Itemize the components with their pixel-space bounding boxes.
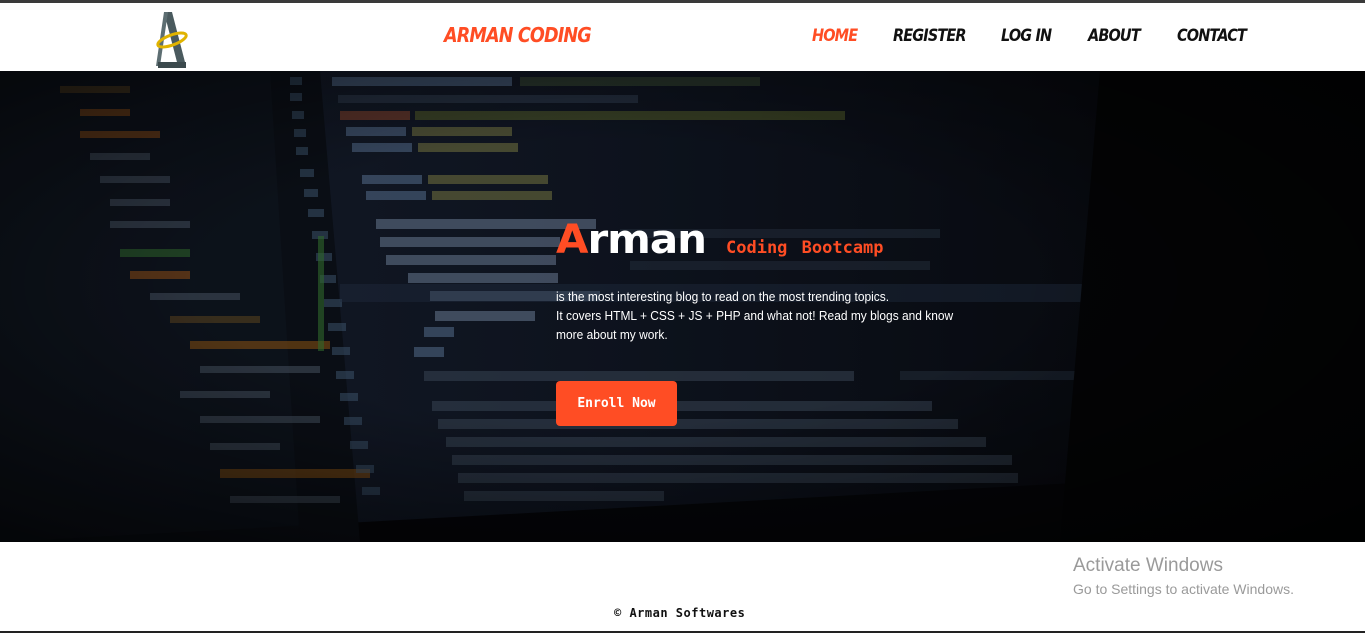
windows-activation-watermark: Activate Windows Go to Settings to activ… bbox=[1073, 555, 1294, 597]
hero-description-line: is the most interesting blog to read on … bbox=[556, 289, 890, 304]
watermark-title: Activate Windows bbox=[1073, 555, 1223, 576]
hero-title-initial: A bbox=[556, 217, 589, 263]
copyright-text: © Arman Softwares bbox=[614, 606, 746, 620]
enroll-now-button[interactable]: Enroll Now bbox=[556, 381, 677, 426]
watermark-subtitle: Go to Settings to activate Windows. bbox=[1073, 581, 1294, 597]
site-header: ARMAN CODING HOME REGISTER LOG IN ABOUT … bbox=[0, 3, 1365, 71]
hero-description-line: It covers HTML + CSS + JS + PHP and what… bbox=[556, 308, 954, 323]
nav-about-link[interactable]: ABOUT bbox=[1088, 26, 1141, 46]
hero-section: Arman Coding Bootcamp is the most intere… bbox=[0, 71, 1365, 542]
nav-register-link[interactable]: REGISTER bbox=[893, 26, 967, 46]
nav-contact-link[interactable]: CONTACT bbox=[1177, 26, 1247, 46]
hero-description: is the most interesting blog to read on … bbox=[556, 287, 954, 344]
hero-title: Arman bbox=[556, 217, 707, 263]
hero-title-rest: rman bbox=[587, 217, 707, 263]
hero-description-line: more about my work. bbox=[556, 327, 668, 342]
site-footer: Activate Windows Go to Settings to activ… bbox=[0, 542, 1365, 633]
nav-login-link[interactable]: LOG IN bbox=[1001, 26, 1052, 46]
hero-subtitle: Coding Bootcamp bbox=[726, 238, 884, 258]
main-nav: HOME REGISTER LOG IN ABOUT CONTACT bbox=[0, 26, 1365, 56]
nav-home-link[interactable]: HOME bbox=[812, 26, 858, 46]
